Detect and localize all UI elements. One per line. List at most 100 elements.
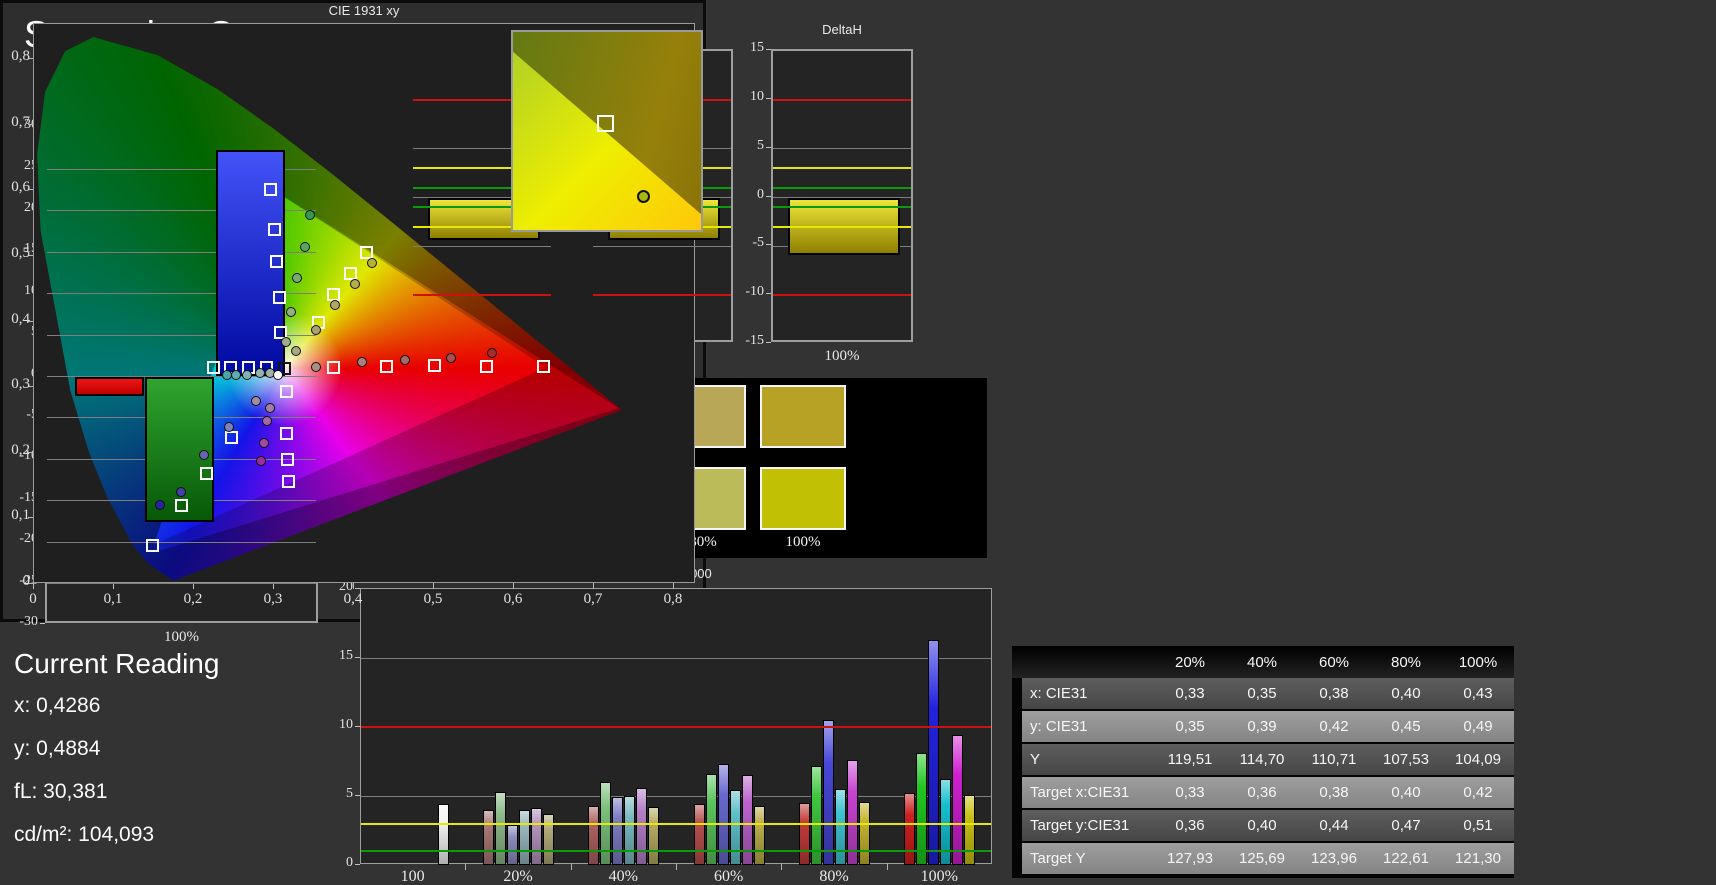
table-cell: 0,36: [1247, 784, 1277, 801]
table-header-cell: 60%: [1318, 653, 1350, 671]
y-tick-mark: [355, 726, 360, 727]
ref-line: [361, 850, 991, 853]
table-cell: 125,69: [1239, 850, 1285, 867]
y-tick-mark: [40, 623, 45, 624]
current-reading: Current Reading x: 0,4286 y: 0,4884 fL: …: [14, 648, 324, 866]
cie-y-tick-label: 0,6: [11, 179, 30, 196]
cie-measured-dot: [281, 336, 291, 347]
table-row-label: Y: [1030, 751, 1041, 768]
y-tick-label: 5: [346, 786, 353, 801]
table-row: Target Y 127,93 125,69 123,96 122,61 121,30: [1022, 843, 1514, 874]
table-row-label: Target x:CIE31: [1030, 784, 1130, 801]
deltae-bar-blue: [823, 720, 834, 865]
table-cell: 0,38: [1319, 784, 1349, 801]
cie-target-square: [537, 360, 551, 374]
deltae-bar-cyan: [519, 809, 530, 865]
gridline: [773, 148, 911, 150]
table-cell: 0,38: [1319, 685, 1349, 702]
deltae-group-label: 100%: [920, 868, 958, 885]
cie-measured-dot: [261, 415, 272, 426]
cie-y-tick-label: 0,5: [11, 245, 30, 261]
delta-h-xlabel: 100%: [824, 348, 860, 364]
deltae-axis-tick: [676, 863, 677, 870]
cie-x-tick-label: 0,1: [103, 591, 123, 607]
deltae-bar-red: [904, 793, 916, 865]
deltae-2000-chart: DeltaE 2000 10020%40%60%80%100%05101520: [330, 566, 1002, 885]
cie-target-square: [281, 452, 295, 466]
deltae-bar-cyan: [835, 789, 846, 865]
table-header-row: 20% 40% 60% 80% 100%: [1012, 646, 1514, 678]
table-cell: 0,40: [1391, 784, 1421, 801]
deltae-bar-yellow: [543, 813, 554, 865]
cie-target-square: [264, 183, 278, 197]
y-tick-mark: [355, 795, 360, 796]
table-cell: 127,93: [1167, 850, 1213, 867]
y-tick-mark: [355, 657, 360, 658]
table-row-label: Target Y: [1030, 850, 1086, 867]
cie-y-tick-label: 0,7: [11, 113, 30, 130]
deltae-bar-yellow: [753, 805, 765, 865]
table-header-cell: 100%: [1458, 653, 1498, 671]
swatch-col-label: 100%: [785, 534, 821, 550]
table-cell: 0,42: [1463, 784, 1493, 801]
cie-target-square: [279, 427, 293, 441]
table-cell: 110,71: [1311, 751, 1357, 768]
cie-measured-dot: [300, 241, 311, 252]
cie-target-square: [379, 360, 393, 374]
table-cell: 0,49: [1463, 718, 1493, 735]
y-tick-mark: [766, 293, 771, 295]
table-cell: 0,35: [1247, 685, 1277, 702]
deltae-bar-green: [495, 791, 506, 865]
table-row: Target y:CIE31 0,36 0,40 0,44 0,47 0,51: [1022, 810, 1514, 841]
table-cell: 0,43: [1463, 685, 1493, 702]
deltae-2000-plot: [360, 588, 992, 865]
deltae-bar-magenta: [531, 808, 542, 865]
gridline: [413, 245, 551, 247]
cie-measured-dot: [256, 455, 267, 466]
deltae-axis-tick: [781, 863, 783, 870]
table-row: y: CIE31 0,35 0,39 0,42 0,45 0,49: [1022, 711, 1514, 742]
ref-line: [773, 294, 911, 297]
cie-x-tick-label: 0,4: [343, 591, 363, 607]
actual-swatch-100%: [760, 385, 846, 448]
cie-measured-dot: [224, 421, 235, 432]
y-tick-mark: [355, 588, 360, 589]
cie-y-tick-label: 0,1: [11, 507, 30, 524]
inset-measured-dot: [636, 190, 650, 204]
gridline: [47, 541, 316, 543]
cie-measured-dot: [329, 300, 340, 311]
cie-x-tick: [33, 583, 34, 589]
y-tick-label: -30: [19, 614, 38, 629]
y-tick-label: 10: [339, 717, 353, 732]
y-tick-mark: [766, 195, 771, 197]
table-row: Target x:CIE31 0,33 0,36 0,38 0,40 0,42: [1022, 777, 1514, 808]
table-row: x: CIE31 0,33 0,35 0,38 0,40 0,43: [1022, 678, 1514, 709]
table-cell: 0,33: [1175, 784, 1205, 801]
y-tick-label: 15: [339, 648, 353, 663]
deltae-group-label: 100: [400, 868, 425, 885]
cie-x-tick-label: 0,2: [183, 591, 203, 607]
cie-measured-dot: [221, 369, 232, 380]
saturation-sweeps-page: Saturation Sweeps RGB Balance 100% -30-2…: [0, 0, 1716, 885]
cie-target-square: [199, 466, 213, 480]
table-cell: 122,61: [1383, 850, 1429, 867]
cie-1931-title: CIE 1931 xy: [328, 3, 400, 18]
deltae-bar-blue: [507, 824, 518, 865]
deltae-group-label: 80%: [819, 868, 849, 885]
cie-y-tick-label: 0: [22, 573, 31, 589]
cie-target-square: [145, 538, 159, 552]
deltae-bar-cyan: [729, 790, 741, 865]
bar-red: [75, 376, 144, 397]
deltae-bar-yellow: [648, 807, 660, 865]
deltae-bar-red: [483, 809, 494, 865]
deltae-bar-blue: [612, 797, 624, 865]
y-tick-label: 15: [750, 40, 764, 55]
y-tick-mark: [355, 864, 360, 865]
cie-x-tick-label: 0: [29, 591, 37, 607]
y-tick-label: -10: [745, 284, 764, 300]
table-row-label: x: CIE31: [1030, 685, 1088, 702]
cie-target-square: [281, 475, 295, 489]
target-swatch-100%: [760, 467, 846, 530]
cie-target-square: [344, 266, 358, 280]
cie-measured-dot: [349, 279, 360, 290]
